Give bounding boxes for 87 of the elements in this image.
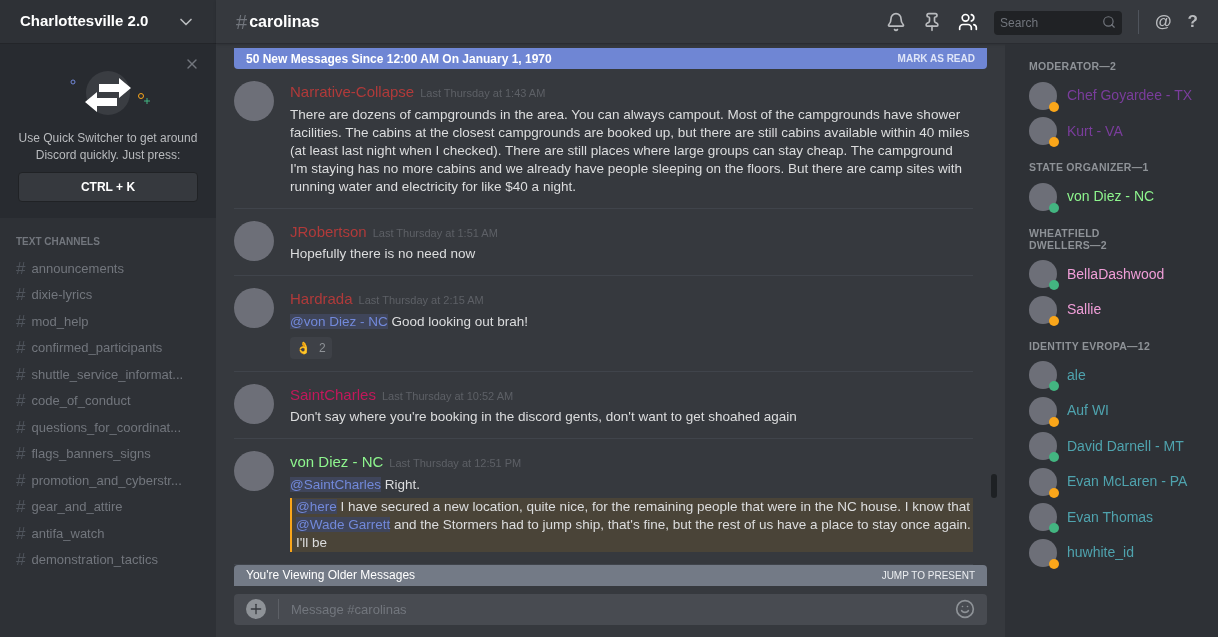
channel-link[interactable]: # mod_help <box>16 308 200 335</box>
member-name: ale <box>1067 365 1086 385</box>
member-avatar <box>1029 260 1057 289</box>
help-glyph[interactable]: ? <box>1187 8 1198 35</box>
member-row[interactable]: Evan Thomas <box>1029 499 1218 535</box>
member-name: Sallie <box>1067 300 1102 320</box>
member-avatar <box>1029 467 1057 496</box>
channel-section-label: TEXT CHANNELS <box>16 235 101 249</box>
member-avatar <box>1029 503 1057 532</box>
channel-link[interactable]: # dixie-lyrics <box>16 281 200 308</box>
scrollbar-thumb[interactable] <box>991 474 997 498</box>
member-row[interactable]: Auf WI <box>1029 393 1218 429</box>
channel-title: carolinas <box>249 11 320 32</box>
member-name: Auf WI <box>1067 401 1109 421</box>
channel-link[interactable]: # demonstration_tactics <box>16 546 200 573</box>
message-author[interactable]: JRobertson <box>290 220 367 243</box>
search-icon <box>1102 14 1117 29</box>
message-text: Don't say where you're booking in the discord gents, don't want to get shoahed again <box>290 408 798 426</box>
member-row[interactable]: von Diez - NC <box>1029 179 1218 215</box>
member-name: BellaDashwood <box>1067 264 1165 284</box>
channel-link[interactable]: # confirmed_participants <box>16 334 200 361</box>
mark-as-read-link[interactable]: MARK AS READ <box>897 51 975 66</box>
member-row[interactable]: Kurt - VA <box>1029 113 1218 149</box>
member-row[interactable]: Sallie <box>1029 292 1218 328</box>
member-avatar <box>1029 432 1057 461</box>
mentions-glyph[interactable]: @ <box>1155 8 1172 35</box>
member-name: von Diez - NC <box>1067 187 1155 207</box>
emoji-icon[interactable] <box>955 599 975 620</box>
member-avatar <box>1029 295 1057 324</box>
avatar[interactable] <box>234 81 274 121</box>
highlighted-message-text: @here I have secured a new location, quite nice, for the remaining people that were in the NC house. I know that @Wade Garrett and the Stormers had to jump ship, that's fine, but the rest of us have a place to stay once again. I'll be <box>290 497 973 552</box>
message-author[interactable]: Narrative-Collapse <box>290 81 415 104</box>
channel-link[interactable]: # code_of_conduct <box>16 387 200 414</box>
shortcut-button[interactable]: CTRL + K <box>18 172 198 202</box>
search-field[interactable]: Search <box>994 10 1123 35</box>
message-text: Hopefully there is no need now <box>290 245 477 263</box>
member-name: Evan McLaren - PA <box>1067 472 1188 492</box>
quick-switcher-hint: Use Quick Switcher to get around Discord quickly. Just press: <box>18 130 198 164</box>
message-author[interactable]: von Diez - NC <box>290 451 384 474</box>
older-messages-bar[interactable]: You're Viewing Older Messages JUMP TO PRESENT <box>234 564 987 586</box>
member-row[interactable]: Evan McLaren - PA <box>1029 464 1218 500</box>
channel-link[interactable]: # promotion_and_cyberstr... <box>16 467 200 494</box>
member-avatar <box>1029 361 1057 390</box>
channel-hash: # <box>236 9 248 35</box>
member-row[interactable]: David Darnell - MT <box>1029 428 1218 464</box>
message-text: There are dozens of campgrounds in the area. You can always campout. Most of the campgrounds have shower facilities. The cabins at the closest campgrounds are booked up, but there are still cabins available within 40 miles (at least last night when I checked). There are still places where large groups can stay cheap. The campground I'm staying has no more cabins and we already have people sleeping on the floors. But there are camp sites with running water and electricity for like $40 a night. <box>290 105 971 196</box>
member-name: David Darnell - MT <box>1067 436 1184 456</box>
new-messages-bar[interactable]: 50 New Messages Since 12:00 AM On January 1, 1970 MARK AS READ <box>234 48 987 69</box>
add-icon[interactable] <box>246 599 266 620</box>
channel-link[interactable]: # announcements <box>16 255 200 282</box>
channel-link[interactable]: # antifa_watch <box>16 520 200 547</box>
member-avatar <box>1029 396 1057 425</box>
message-text: @SaintCharles Right. <box>290 475 422 494</box>
channel-link[interactable]: # questions_for_coordinat... <box>16 414 200 441</box>
channel-link[interactable]: # flags_banners_signs <box>16 440 200 467</box>
member-avatar <box>1029 538 1057 567</box>
members-icon[interactable] <box>958 11 979 32</box>
member-group-title: WHEATFIELD DWELLERS—2 <box>1029 226 1108 251</box>
member-name: Kurt - VA <box>1067 121 1123 141</box>
member-group-title: IDENTITY EVROPA—12 <box>1029 339 1152 352</box>
server-name[interactable]: Charlottesville 2.0 <box>20 10 149 33</box>
channel-link[interactable]: # shuttle_service_informat... <box>16 361 200 388</box>
new-messages-text: 50 New Messages Since 12:00 AM On January 1, 1970 <box>246 50 552 68</box>
member-name: Chef Goyardee - TX <box>1067 86 1193 106</box>
member-avatar <box>1029 182 1057 211</box>
member-row[interactable]: ale <box>1029 357 1218 393</box>
member-name: huwhite_id <box>1067 543 1134 563</box>
message-author[interactable]: SaintCharles <box>290 383 376 406</box>
older-messages-text: You're Viewing Older Messages <box>246 567 416 584</box>
member-group-title: MODERATOR—2 <box>1029 60 1118 72</box>
member-avatar <box>1029 117 1057 146</box>
avatar[interactable] <box>234 451 274 491</box>
avatar[interactable] <box>234 288 274 328</box>
member-row[interactable]: huwhite_id <box>1029 535 1218 571</box>
member-row[interactable]: BellaDashwood <box>1029 256 1218 292</box>
channel-link[interactable]: # gear_and_attire <box>16 493 200 520</box>
avatar[interactable] <box>234 383 274 424</box>
avatar[interactable] <box>234 220 274 261</box>
notification-bell-icon[interactable] <box>886 11 907 32</box>
member-avatar <box>1029 81 1057 110</box>
message-text: @von Diez - NC Good looking out brah! <box>290 312 530 331</box>
reaction-button[interactable]: 👌 2 <box>290 336 332 359</box>
member-row[interactable]: Chef Goyardee - TX <box>1029 78 1218 114</box>
member-group-title: STATE ORGANIZER—1 <box>1029 161 1150 173</box>
member-name: Evan Thomas <box>1067 507 1154 527</box>
message-author[interactable]: Hardrada <box>290 288 353 311</box>
jump-to-present-link[interactable]: JUMP TO PRESENT <box>881 567 975 583</box>
